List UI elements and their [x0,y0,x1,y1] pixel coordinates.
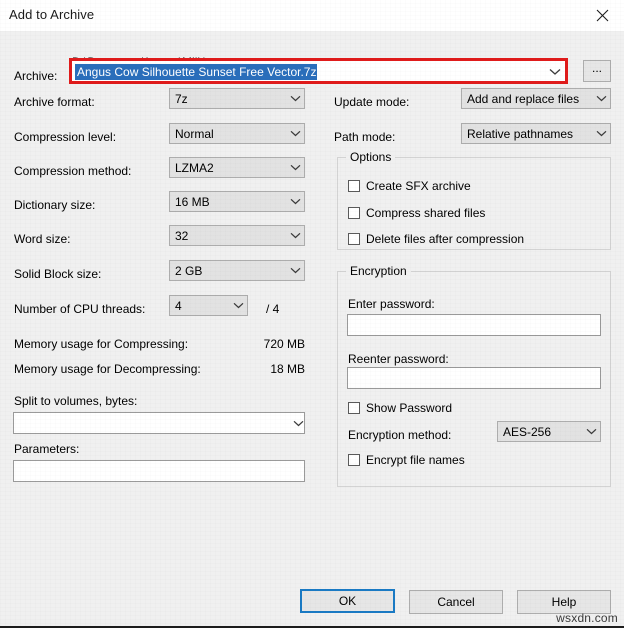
word-size-combobox[interactable]: 32 [169,225,305,246]
chevron-down-icon [592,95,610,102]
archive-name-value: Angus Cow Silhouette Sunset Free Vector.… [75,64,317,80]
memory-decompress-label: Memory usage for Decompressing: [14,362,201,376]
chevron-down-icon [286,232,304,239]
encryption-method-value: AES-256 [498,425,582,439]
watermark: wsxdn.com [556,611,618,625]
encryption-method-label: Encryption method: [348,428,451,442]
word-size-label: Word size: [14,232,70,246]
checkbox-box [348,402,360,414]
archive-format-combobox[interactable]: 7z [169,88,305,109]
dialog-body: Archive: D:\Document\Image\Milk\ Angus C… [0,31,624,628]
dictionary-size-value: 16 MB [170,195,286,209]
parameters-label: Parameters: [14,442,79,456]
solid-block-size-value: 2 GB [170,264,286,278]
cpu-threads-total: / 4 [266,302,279,316]
chevron-down-icon [286,95,304,102]
solid-block-size-combobox[interactable]: 2 GB [169,260,305,281]
word-size-value: 32 [170,229,286,243]
close-icon [596,9,609,22]
cpu-threads-combobox[interactable]: 4 [169,295,248,316]
reenter-password-input[interactable] [347,367,601,389]
chevron-down-icon [592,130,610,137]
options-group-title: Options [346,150,395,164]
cpu-threads-value: 4 [170,299,229,313]
archive-format-label: Archive format: [14,95,95,109]
enter-password-label: Enter password: [348,297,435,311]
update-mode-combobox[interactable]: Add and replace files [461,88,611,109]
chevron-down-icon [286,267,304,274]
checkbox-label: Delete files after compression [366,232,524,246]
compression-level-combobox[interactable]: Normal [169,123,305,144]
memory-compress-value: 720 MB [180,337,305,351]
checkbox-create-sfx-archive[interactable]: Create SFX archive [348,179,471,193]
checkbox-box [348,454,360,466]
parameters-input[interactable] [13,460,305,482]
checkbox-box [348,233,360,245]
chevron-down-icon [582,428,600,435]
solid-block-size-label: Solid Block size: [14,267,101,281]
path-mode-label: Path mode: [334,130,395,144]
reenter-password-label: Reenter password: [348,352,449,366]
checkbox-box [348,207,360,219]
chevron-down-icon [286,164,304,171]
enter-password-input[interactable] [347,314,601,336]
archive-name-combobox[interactable]: Angus Cow Silhouette Sunset Free Vector.… [75,63,566,81]
checkbox-label: Compress shared files [366,206,485,220]
memory-decompress-value: 18 MB [180,362,305,376]
browse-button[interactable]: ... [583,60,611,82]
update-mode-value: Add and replace files [462,92,592,106]
compression-level-value: Normal [170,127,286,141]
checkbox-label: Show Password [366,401,452,415]
memory-compress-label: Memory usage for Compressing: [14,337,188,351]
checkbox-show-password[interactable]: Show Password [348,401,452,415]
cancel-button[interactable]: Cancel [409,590,503,614]
checkbox-label: Encrypt file names [366,453,465,467]
encryption-method-combobox[interactable]: AES-256 [497,421,601,442]
dictionary-size-combobox[interactable]: 16 MB [169,191,305,212]
dictionary-size-label: Dictionary size: [14,198,95,212]
encryption-group-title: Encryption [346,264,411,278]
cpu-threads-label: Number of CPU threads: [14,302,145,316]
archive-label: Archive: [14,69,57,83]
archive-name-highlight: Angus Cow Silhouette Sunset Free Vector.… [69,58,568,84]
update-mode-label: Update mode: [334,95,409,109]
chevron-down-icon [286,198,304,205]
checkbox-delete-files-after-compression[interactable]: Delete files after compression [348,232,524,246]
chevron-down-icon [286,130,304,137]
close-button[interactable] [580,0,624,30]
compression-level-label: Compression level: [14,130,116,144]
checkbox-compress-shared-files[interactable]: Compress shared files [348,206,485,220]
chevron-down-icon[interactable] [549,65,561,79]
archive-format-value: 7z [170,92,286,106]
split-volumes-label: Split to volumes, bytes: [14,394,137,408]
window-title: Add to Archive [9,7,94,22]
title-bar: Add to Archive [0,0,624,32]
chevron-down-icon [293,420,304,427]
compression-method-combobox[interactable]: LZMA2 [169,157,305,178]
path-mode-value: Relative pathnames [462,127,592,141]
path-mode-combobox[interactable]: Relative pathnames [461,123,611,144]
chevron-down-icon [229,302,247,309]
checkbox-label: Create SFX archive [366,179,471,193]
ok-button[interactable]: OK [300,589,395,613]
compression-method-label: Compression method: [14,164,131,178]
checkbox-encrypt-file-names[interactable]: Encrypt file names [348,453,465,467]
split-volumes-combobox[interactable] [13,412,305,434]
compression-method-value: LZMA2 [170,161,286,175]
checkbox-box [348,180,360,192]
